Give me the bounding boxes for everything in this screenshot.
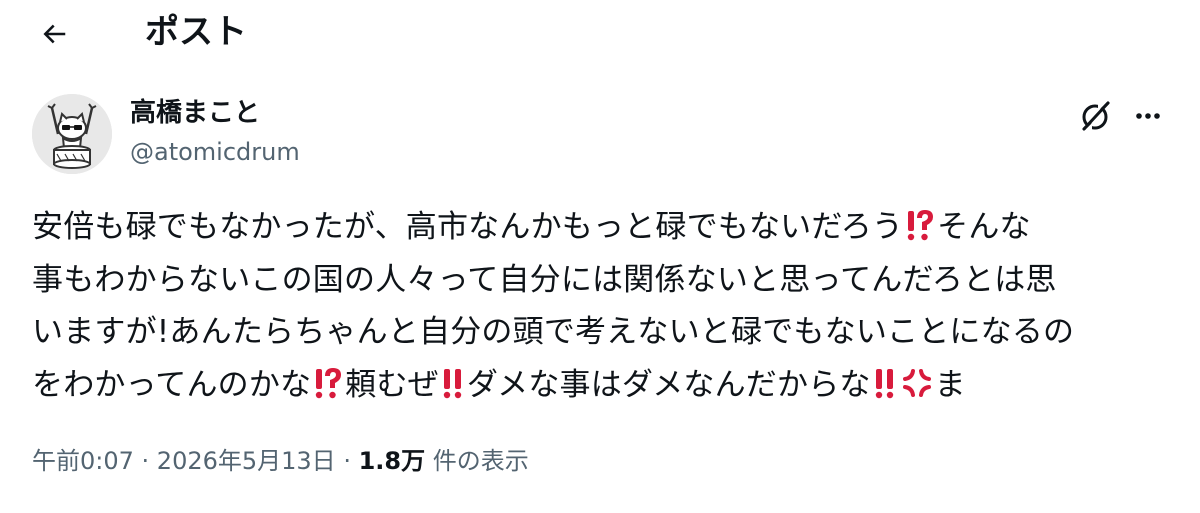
- double-exclamation-mark-emoji: [875, 368, 893, 398]
- post-text: 安倍も碌でもなかったが、高市なんかもっと碌でもないだろう そんな 事もわからないこ…: [32, 201, 1172, 411]
- more-horizontal-icon: [1136, 113, 1160, 119]
- exclamation-question-mark-emoji: [907, 210, 934, 241]
- grok-button[interactable]: [1072, 92, 1120, 140]
- exclamation-question-mark-emoji: [316, 367, 342, 398]
- post-author: 高橋まこと @atomicdrum: [0, 88, 1200, 178]
- view-count-label: 件の表示: [425, 447, 529, 475]
- arrow-left-icon: [43, 24, 66, 44]
- post-text-line: 安倍も碌でもなかったが、高市なんかもっと碌でもないだろう そんな: [32, 209, 1031, 245]
- page-title: ポスト: [145, 12, 247, 52]
- post-text-line: をわかってんのかな 頼むぜ ダメな事はダメなんだからなま: [32, 366, 966, 403]
- more-options-button[interactable]: [1124, 92, 1172, 140]
- view-count: 1.8万: [358, 447, 426, 475]
- post-text-line: 事もわからないこの国の人々って自分には関係ないと思ってんだろとは思: [32, 261, 1057, 298]
- post-timestamp[interactable]: 午前0:07 · 2026年5月13日: [32, 447, 336, 475]
- author-display-name[interactable]: 高橋まこと: [130, 96, 260, 130]
- double-exclamation-mark-emoji: [443, 368, 462, 398]
- author-handle[interactable]: @atomicdrum: [130, 136, 300, 168]
- post-text-line: いますが!あんたらちゃんと自分の頭で考えないと碌でもないことになるの: [32, 314, 1075, 350]
- cat-drummer-avatar-icon: [32, 94, 112, 174]
- post-meta: 午前0:07 · 2026年5月13日 · 1.8万 件の表示: [32, 447, 529, 475]
- back-button[interactable]: [28, 8, 80, 60]
- avatar[interactable]: [32, 94, 112, 174]
- grok-icon: [1082, 101, 1110, 131]
- anger-symbol-emoji: [902, 368, 931, 397]
- top-bar: ポスト: [0, 0, 1200, 70]
